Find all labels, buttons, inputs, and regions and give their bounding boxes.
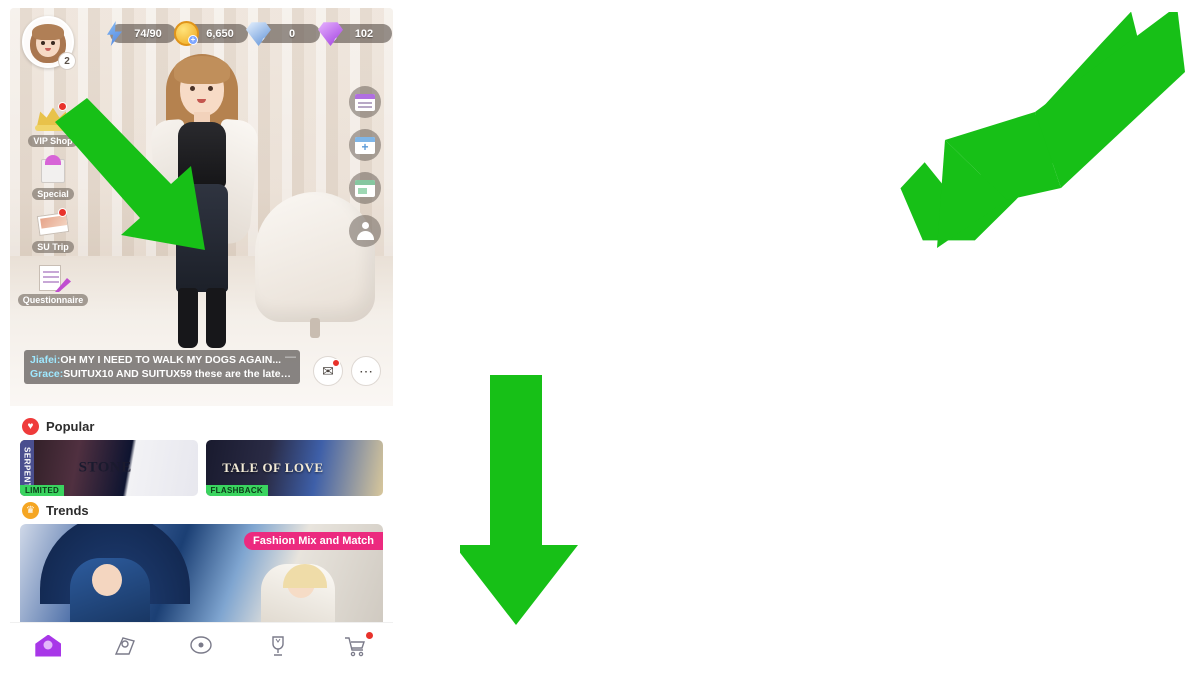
nav-shop[interactable] — [334, 630, 376, 661]
chat-line-2: Grace:SUITUX10 AND SUITUX59 these are th… — [30, 367, 294, 381]
add-window-icon — [355, 136, 375, 154]
blue-diamond-icon: + — [246, 22, 271, 46]
map-icon — [112, 635, 138, 657]
character-eye-right — [207, 86, 213, 91]
notification-dot — [58, 208, 67, 217]
fire-icon: ♥ — [22, 418, 39, 435]
gallery-button[interactable] — [349, 172, 381, 204]
side-item-label: VIP Shop — [28, 135, 78, 147]
trend-banner[interactable]: Fashion Mix and Match — [20, 524, 383, 634]
currency-energy-value: 74/90 — [134, 27, 162, 40]
notification-dot — [58, 102, 67, 111]
settings-panel: ‹ Settings Personal Information › — [400, 0, 800, 675]
side-item-special[interactable]: Special — [24, 155, 82, 200]
news-button[interactable] — [349, 86, 381, 118]
chat-sender: Jiafei: — [30, 354, 61, 366]
cart-icon — [342, 635, 368, 657]
popular-title: Popular — [46, 419, 95, 434]
chat-text: OH MY I NEED TO WALK MY DOGS AGAIN... — [60, 354, 282, 366]
side-item-label: SU Trip — [32, 241, 74, 253]
side-item-label: Special — [32, 188, 74, 200]
popular-header: ♥ Popular — [22, 418, 383, 435]
trend-banner-tag: Fashion Mix and Match — [243, 532, 383, 550]
questionnaire-icon — [33, 263, 73, 293]
character-boot-right — [205, 288, 226, 348]
chat-overlay[interactable]: Jiafei:OH MY I NEED TO WALK MY DOGS AGAI… — [24, 350, 300, 384]
level-badge: 2 — [58, 52, 76, 70]
chat-bubble-icon: ⋯ — [359, 363, 373, 379]
feed-section: ♥ Popular SERPENT STONE LIMITED TALE OF … — [10, 406, 393, 634]
screenshot-stage: 2 + 74/90 + 6,650 + 0 + 102 VIP Shop Spe… — [0, 0, 1200, 675]
notification-dot — [332, 359, 340, 367]
mail-button[interactable]: ✉ — [313, 356, 343, 386]
currency-bar: + 74/90 + 6,650 + 0 + 102 — [107, 21, 392, 46]
banner-title: TALE OF LOVE — [222, 460, 324, 475]
currency-purple-diamond[interactable]: + 102 — [318, 22, 392, 46]
banner-title: STONE — [78, 459, 132, 476]
currency-energy[interactable]: + 74/90 — [107, 21, 176, 46]
trophy-icon: ♛ — [22, 502, 39, 519]
nav-chat[interactable] — [180, 631, 222, 661]
banner-serpent-stone[interactable]: SERPENT STONE LIMITED — [20, 440, 198, 496]
chat-line-1: Jiafei:OH MY I NEED TO WALK MY DOGS AGAI… — [30, 353, 294, 367]
character-boot-left — [177, 288, 198, 348]
add-window-button[interactable] — [349, 129, 381, 161]
coin-icon: + — [174, 21, 199, 46]
currency-coin-value: 6,650 — [206, 27, 234, 40]
friends-button[interactable] — [349, 215, 381, 247]
currency-blue-diamond-value: 0 — [288, 27, 296, 40]
trends-title: Trends — [46, 503, 89, 518]
banner-tag: LIMITED — [20, 485, 65, 496]
gift-code-dialog-panel: ‹ Settings Personal Information › A Lang… — [800, 0, 1200, 675]
purple-diamond-icon: + — [318, 22, 343, 46]
side-item-vip-shop[interactable]: VIP Shop — [24, 102, 82, 147]
chat-buttons: ✉ ⋯ — [313, 356, 381, 386]
friends-icon — [356, 222, 374, 240]
trends-header: ♛ Trends — [22, 502, 383, 519]
envelope-icon — [33, 208, 73, 240]
side-item-label: Questionnaire — [17, 294, 89, 306]
game-panel: 2 + 74/90 + 6,650 + 0 + 102 VIP Shop Spe… — [0, 0, 400, 675]
nav-map[interactable] — [104, 631, 146, 661]
chat-text: SUITUX10 AND SUITUX59 these are the late… — [63, 368, 294, 380]
side-item-questionnaire[interactable]: Questionnaire — [17, 263, 89, 306]
news-icon — [355, 93, 375, 111]
gallery-icon — [355, 179, 375, 197]
crown-icon — [33, 102, 73, 134]
home-icon — [35, 634, 62, 657]
nav-trophy[interactable] — [257, 631, 299, 661]
currency-blue-diamond[interactable]: + 0 — [246, 22, 320, 46]
avatar[interactable]: 2 — [22, 16, 76, 70]
nav-home[interactable] — [27, 631, 69, 661]
plus-icon[interactable]: + — [188, 35, 198, 45]
mail-icon: ✉ — [322, 363, 334, 379]
right-button-stack — [349, 86, 381, 247]
side-menu: VIP Shop Special SU Trip Questionnaire — [17, 102, 89, 306]
currency-coin[interactable]: + 6,650 — [174, 21, 248, 46]
side-item-su-trip[interactable]: SU Trip — [24, 208, 82, 253]
chat-sender: Grace: — [30, 368, 64, 380]
character-hair-front — [173, 56, 230, 84]
game-screen: 2 + 74/90 + 6,650 + 0 + 102 VIP Shop Spe… — [10, 8, 393, 668]
currency-purple-diamond-value: 102 — [354, 27, 374, 40]
character-top — [177, 122, 226, 188]
avatar-eye-right — [51, 40, 55, 45]
avatar-eye-left — [41, 40, 45, 45]
bottom-navigation — [10, 622, 393, 668]
popular-banners: SERPENT STONE LIMITED TALE OF LOVE FLASH… — [20, 440, 383, 496]
banner-tag: FLASHBACK — [205, 485, 268, 496]
chat-button[interactable]: ⋯ — [351, 356, 381, 386]
character-pants — [175, 184, 228, 292]
player-character[interactable] — [136, 50, 268, 370]
banner-tale-of-love[interactable]: TALE OF LOVE FLASHBACK — [205, 440, 383, 496]
gift-icon — [33, 155, 73, 187]
game-scene: 2 + 74/90 + 6,650 + 0 + 102 VIP Shop Spe… — [10, 8, 393, 406]
avatar-hair-front — [32, 23, 64, 40]
chat-icon — [188, 635, 214, 657]
minimize-icon[interactable]: — — [285, 352, 296, 363]
notification-dot — [364, 630, 374, 640]
trophy-icon — [265, 635, 291, 657]
character-eye-left — [189, 86, 195, 91]
